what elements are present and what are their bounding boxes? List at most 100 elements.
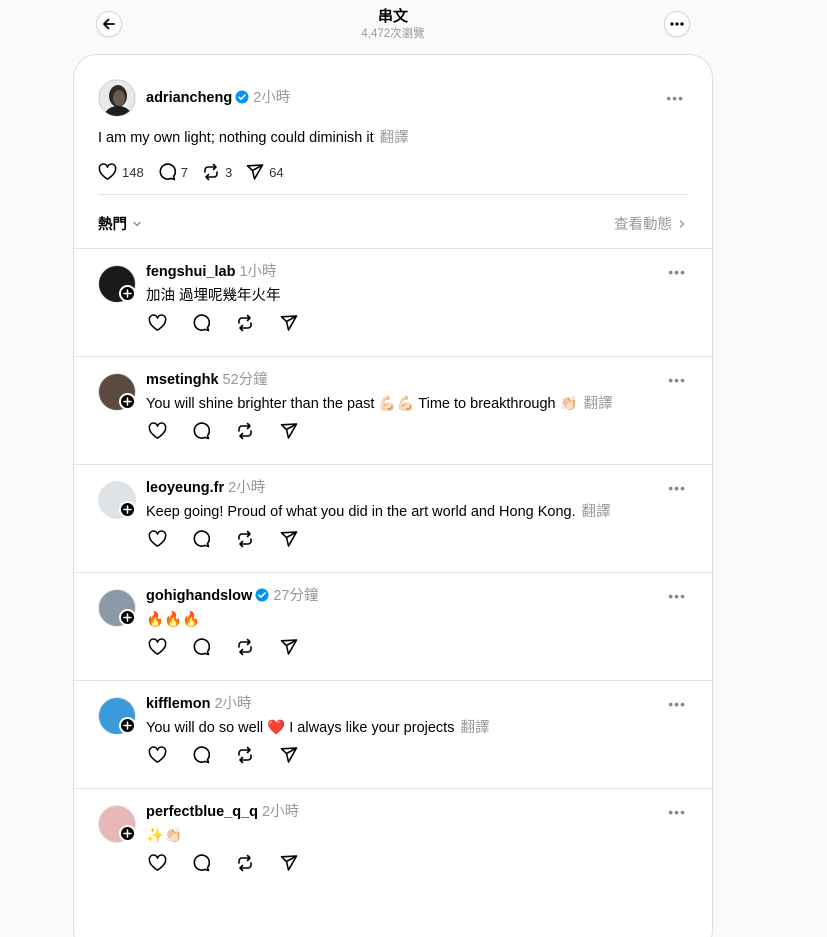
reply-author[interactable]: msetinghk 52分鐘 (146, 371, 268, 389)
reply-more-icon[interactable]: ••• (668, 805, 686, 819)
reply-repost-button[interactable] (234, 528, 256, 550)
reply-translate-link[interactable]: 翻譯 (582, 504, 611, 520)
reply-text-row: 加油 過埋呢幾年火年 (146, 287, 281, 305)
repost-count: 3 (224, 164, 233, 180)
reply-username[interactable]: kifflemon (146, 696, 210, 712)
comment-icon (159, 163, 176, 181)
reply-repost-button[interactable] (234, 420, 256, 442)
sort-dropdown[interactable]: 熱門 (98, 213, 143, 234)
comment-button[interactable]: 7 (158, 163, 188, 181)
repost-icon (238, 638, 252, 656)
post-actions: 148 7 3 64 (98, 163, 298, 181)
reply-actions (146, 852, 322, 874)
follow-button[interactable] (119, 393, 136, 410)
heart-icon (148, 638, 166, 655)
reply-repost-button[interactable] (234, 636, 256, 658)
repost-icon (238, 530, 252, 548)
repost-button[interactable]: 3 (202, 163, 232, 181)
reply-author[interactable]: fengshui_lab 1小時 (146, 263, 277, 281)
post-avatar[interactable] (98, 79, 136, 117)
reply-username[interactable]: gohighandslow (146, 588, 252, 604)
reply-text-row: ✨👏🏻 (146, 827, 182, 845)
reply-author[interactable]: leoyeung.fr 2小時 (146, 479, 265, 497)
reply-translate-link[interactable]: 翻譯 (584, 396, 613, 412)
post-text: I am my own light; nothing could diminis… (98, 130, 374, 146)
reply-comment-button[interactable] (190, 636, 212, 658)
reply-author[interactable]: kifflemon 2小時 (146, 695, 252, 713)
post-time: 2小時 (253, 90, 291, 106)
reply-repost-button[interactable] (234, 852, 256, 874)
send-icon (280, 423, 298, 439)
reply-username[interactable]: msetinghk (146, 372, 219, 388)
activity-label: 查看動態 (614, 217, 672, 233)
reply-text: 🔥🔥🔥 (146, 612, 201, 628)
repost-icon (238, 746, 252, 764)
reply-author[interactable]: perfectblue_q_q 2小時 (146, 803, 299, 821)
plus-icon (123, 397, 132, 406)
plus-icon (123, 289, 132, 298)
heart-icon (148, 314, 166, 331)
reply-repost-button[interactable] (234, 744, 256, 766)
like-count: 148 (122, 164, 144, 180)
follow-button[interactable] (119, 609, 136, 626)
reply-like-button[interactable] (146, 744, 168, 766)
like-button[interactable]: 148 (98, 163, 144, 181)
reply-comment-button[interactable] (190, 312, 212, 334)
post-author[interactable]: adriancheng 2小時 (146, 89, 290, 107)
reply-comment-button[interactable] (190, 420, 212, 442)
reply-like-button[interactable] (146, 636, 168, 658)
send-icon (280, 639, 298, 655)
reply-item: kifflemon 2小時 ••• You will do so well ❤️ … (74, 681, 712, 789)
reply-item: msetinghk 52分鐘 ••• You will shine brighte… (74, 357, 712, 465)
follow-button[interactable] (119, 825, 136, 842)
send-icon (280, 315, 298, 331)
reply-more-icon[interactable]: ••• (668, 373, 686, 387)
follow-button[interactable] (119, 717, 136, 734)
reply-like-button[interactable] (146, 420, 168, 442)
reply-share-button[interactable] (278, 744, 300, 766)
reply-share-button[interactable] (278, 312, 300, 334)
reply-share-button[interactable] (278, 528, 300, 550)
reply-author[interactable]: gohighandslow 27分鐘 (146, 587, 318, 605)
repost-icon (238, 422, 252, 440)
reply-share-button[interactable] (278, 636, 300, 658)
reply-more-icon[interactable]: ••• (668, 481, 686, 495)
repost-icon (238, 314, 252, 332)
reply-translate-link[interactable]: 翻譯 (460, 720, 489, 736)
reply-username[interactable]: fengshui_lab (146, 264, 235, 280)
view-activity-link[interactable]: 查看動態 (614, 213, 688, 234)
reply-like-button[interactable] (146, 852, 168, 874)
reply-more-icon[interactable]: ••• (668, 697, 686, 711)
heart-icon (148, 854, 166, 871)
comment-icon (193, 314, 210, 332)
repost-icon (238, 854, 252, 872)
reply-like-button[interactable] (146, 312, 168, 334)
plus-icon (123, 721, 132, 730)
share-count: 64 (269, 164, 284, 180)
reply-share-button[interactable] (278, 420, 300, 442)
comment-icon (193, 854, 210, 872)
share-button[interactable]: 64 (246, 163, 284, 181)
thread-card: adriancheng 2小時 ••• I am my own light; no… (73, 54, 713, 937)
reply-comment-button[interactable] (190, 744, 212, 766)
reply-repost-button[interactable] (234, 312, 256, 334)
post-more-icon[interactable]: ••• (666, 91, 684, 105)
reply-item: fengshui_lab 1小時 ••• 加油 過埋呢幾年火年 (74, 249, 712, 357)
follow-button[interactable] (119, 501, 136, 518)
reply-more-icon[interactable]: ••• (668, 589, 686, 603)
reply-comment-button[interactable] (190, 852, 212, 874)
post-username[interactable]: adriancheng (146, 90, 232, 106)
follow-button[interactable] (119, 285, 136, 302)
plus-icon (123, 505, 132, 514)
plus-icon (123, 829, 132, 838)
reply-actions (146, 528, 322, 550)
more-options-button[interactable] (664, 11, 690, 37)
reply-username[interactable]: leoyeung.fr (146, 480, 224, 496)
reply-more-icon[interactable]: ••• (668, 265, 686, 279)
reply-share-button[interactable] (278, 852, 300, 874)
comment-icon (193, 638, 210, 656)
translate-link[interactable]: 翻譯 (380, 130, 409, 146)
reply-username[interactable]: perfectblue_q_q (146, 804, 258, 820)
reply-comment-button[interactable] (190, 528, 212, 550)
reply-like-button[interactable] (146, 528, 168, 550)
